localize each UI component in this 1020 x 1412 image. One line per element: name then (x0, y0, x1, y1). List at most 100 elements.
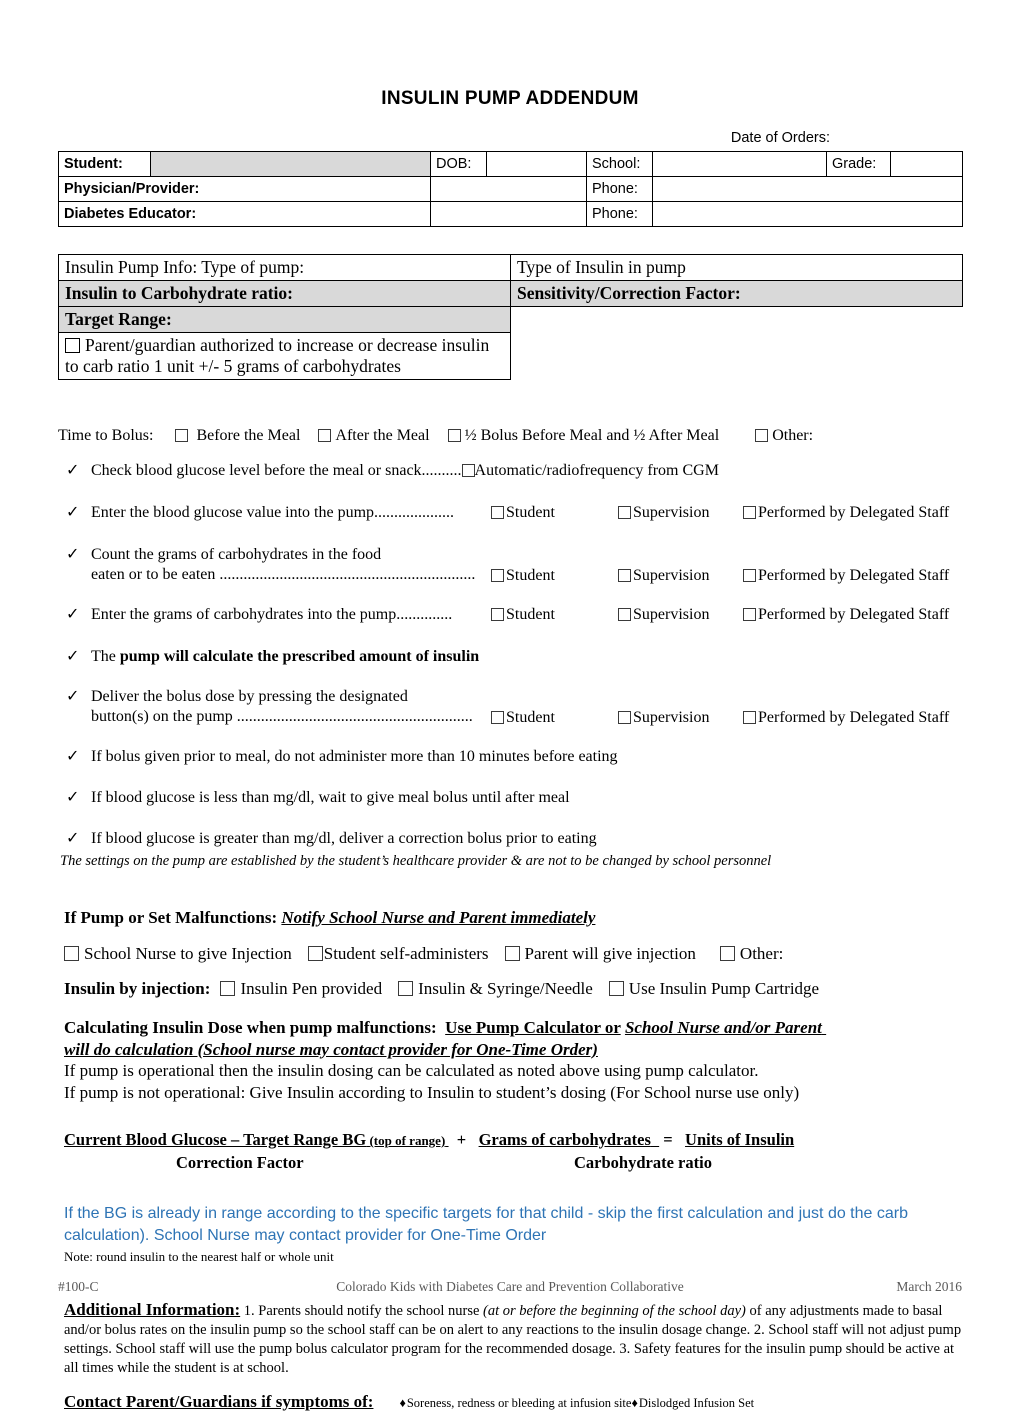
checkbox-icon[interactable] (618, 506, 631, 520)
checkbox-icon[interactable] (618, 608, 631, 622)
insulin-carb-ratio-field[interactable]: Insulin to Carbohydrate ratio: (58, 280, 511, 307)
date-of-orders-label: Date of Orders: (730, 130, 830, 146)
option-student[interactable]: Student (491, 566, 555, 586)
checkbox-icon[interactable] (447, 429, 461, 442)
checkbox-icon[interactable] (755, 429, 769, 442)
option-insulin-pen[interactable]: Insulin Pen provided (220, 979, 382, 998)
checkbox-icon[interactable] (318, 429, 332, 442)
page-content: INSULIN PUMP ADDENDUM Date of Orders: St… (58, 0, 963, 1412)
option-delegated-staff[interactable]: Performed by Delegated Staff (743, 605, 949, 625)
option-student[interactable]: Student (491, 503, 555, 523)
table-row: Insulin to Carbohydrate ratio: Sensitivi… (58, 280, 963, 307)
option-label: Parent will give injection (524, 944, 696, 964)
table-row: Diabetes Educator: Phone: (58, 201, 963, 227)
option-label: Performed by Delegated Staff (758, 567, 950, 585)
option-label: Performed by Delegated Staff (758, 504, 950, 522)
checkbox-icon[interactable] (743, 608, 756, 622)
parent-auth-checkbox[interactable] (65, 338, 80, 353)
dob-value-field[interactable] (486, 151, 587, 177)
footer-date: March 2016 (896, 1279, 962, 1294)
option-before-meal[interactable]: Before the Meal (175, 427, 300, 444)
option-delegated-staff[interactable]: Performed by Delegated Staff (743, 566, 949, 586)
target-range-field[interactable]: Target Range: (58, 306, 511, 333)
option-other[interactable]: Other: (719, 944, 783, 963)
sensitivity-correction-field[interactable]: Sensitivity/Correction Factor: (510, 280, 963, 307)
checkbox-icon[interactable] (491, 711, 504, 725)
list-item: ✓ If blood glucose is less than mg/dl, w… (58, 787, 962, 808)
checkbox-icon[interactable] (743, 506, 756, 520)
physician-label: Physician/Provider: (58, 176, 431, 202)
checkbox-icon[interactable] (491, 569, 504, 583)
option-student[interactable]: Student (491, 708, 555, 728)
time-to-bolus-row: Time to Bolus: Before the Meal After the … (58, 426, 962, 445)
checkbox-icon[interactable] (491, 608, 504, 622)
option-pump-cartridge[interactable]: Use Insulin Pump Cartridge (608, 979, 819, 998)
physician-phone-label: Phone: (586, 176, 653, 202)
educator-phone-field[interactable] (652, 201, 963, 227)
option-half-bolus[interactable]: ½ Bolus Before Meal and ½ After Meal (447, 427, 719, 444)
option-supervision[interactable]: Supervision (618, 566, 709, 586)
option-after-meal[interactable]: After the Meal (318, 427, 430, 444)
leader-dots: .................... (374, 504, 455, 522)
list-item-text: If blood glucose is less than mg/dl, wai… (91, 789, 570, 807)
list-item-emphasis: pump will calculate the prescribed amoun… (119, 648, 480, 666)
symptom-2-label: Dislodged Infusion Set (638, 1395, 755, 1410)
checkbox-icon[interactable] (719, 946, 735, 962)
checkbox-icon[interactable] (307, 946, 323, 962)
option-supervision[interactable]: Supervision (618, 503, 709, 523)
type-of-pump-field[interactable]: Insulin Pump Info: Type of pump: (58, 254, 511, 281)
list-item: ✓ Check blood glucose level before the m… (58, 460, 962, 481)
contact-parents-row: Contact Parent/Guardians if symptoms of:… (64, 1392, 962, 1412)
option-cgm[interactable]: Automatic/radiofrequency from CGM (461, 461, 719, 481)
checkmark-icon: ✓ (66, 646, 80, 666)
option-delegated-staff[interactable]: Performed by Delegated Staff (743, 503, 949, 523)
contact-heading: Contact Parent/Guardians if symptoms of: (64, 1391, 374, 1411)
list-item-prefix: The (91, 648, 120, 666)
leader-dots: .............. (396, 606, 453, 624)
checkbox-icon[interactable] (64, 946, 79, 962)
checkbox-icon[interactable] (220, 980, 236, 996)
school-value-field[interactable] (652, 151, 827, 177)
checkmark-icon: ✓ (66, 604, 80, 624)
checkmark-icon: ✓ (66, 502, 80, 522)
educator-value-field[interactable] (430, 201, 587, 227)
list-item: ✓ Enter the blood glucose value into the… (58, 502, 962, 523)
checkbox-icon[interactable] (743, 711, 756, 725)
checkbox-icon[interactable] (504, 946, 520, 962)
dob-label: DOB: (430, 151, 487, 177)
grade-value-field[interactable] (890, 151, 963, 177)
calculating-heading-italic-1: School Nurse and/or Parent (624, 1017, 822, 1037)
checkbox-icon[interactable] (618, 711, 631, 725)
option-other[interactable]: Other: (755, 427, 813, 444)
pump-info-table: Insulin Pump Info: Type of pump: Type of… (58, 254, 963, 380)
type-of-insulin-field[interactable]: Type of Insulin in pump (510, 254, 963, 281)
option-student[interactable]: Student (491, 605, 555, 625)
checkbox-icon[interactable] (398, 980, 414, 996)
malfunction-section: If Pump or Set Malfunctions: Notify Scho… (58, 908, 962, 999)
option-student-self-administers[interactable]: Student self-administers (307, 944, 489, 963)
student-value-field[interactable] (150, 151, 431, 177)
list-item-text: Enter the grams of carbohydrates into th… (91, 606, 397, 624)
formula-denominator-1: Correction Factor (176, 1152, 304, 1172)
checkbox-icon[interactable] (618, 569, 631, 583)
option-parent-injection[interactable]: Parent will give injection (504, 944, 696, 964)
checkbox-icon[interactable] (491, 506, 504, 520)
option-supervision[interactable]: Supervision (618, 605, 709, 625)
bolus-checklist: ✓ Check blood glucose level before the m… (58, 460, 962, 870)
checkbox-icon[interactable] (175, 429, 189, 442)
option-label: Supervision (633, 606, 710, 624)
checkbox-icon[interactable] (743, 569, 756, 583)
option-school-nurse-injection[interactable]: School Nurse to give Injection (64, 944, 292, 963)
checkbox-icon[interactable] (608, 980, 624, 996)
option-syringe-needle[interactable]: Insulin & Syringe/Needle (398, 979, 593, 998)
physician-phone-field[interactable] (652, 176, 963, 202)
list-item: ✓ The pump will calculate the prescribed… (58, 646, 962, 667)
checkbox-icon[interactable] (461, 464, 475, 478)
bg-in-range-note: If the BG is already in range according … (64, 1203, 962, 1247)
physician-value-field[interactable] (430, 176, 587, 202)
list-item: ✓ Deliver the bolus dose by pressing the… (58, 686, 962, 728)
malfunction-heading-label: If Pump or Set Malfunctions: (64, 908, 278, 928)
option-delegated-staff[interactable]: Performed by Delegated Staff (743, 708, 949, 728)
option-supervision[interactable]: Supervision (618, 708, 709, 728)
grade-label: Grade: (826, 151, 891, 177)
